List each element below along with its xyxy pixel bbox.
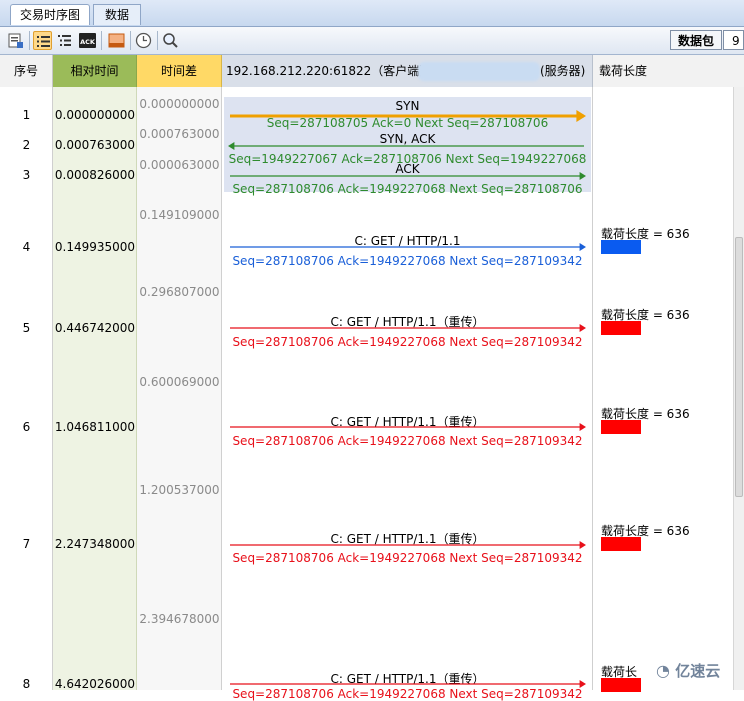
client-address: 192.168.212.220:61822（客户端） <box>226 64 432 78</box>
server-label: (服务器) <box>540 64 586 78</box>
toolbar-separator <box>29 31 30 50</box>
packet-seq-detail: Seq=287108706 Ack=1949227068 Next Seq=28… <box>232 335 583 349</box>
packet-arrow[interactable] <box>228 422 586 432</box>
search-icon[interactable] <box>161 31 180 50</box>
row-relative-time: 2.247348000 <box>54 537 136 551</box>
watermark-text: 亿速云 <box>675 662 721 680</box>
row-relative-time: 1.046811000 <box>54 420 136 434</box>
row-seq-number: 8 <box>22 677 31 691</box>
toolbar: ACK 数据包 9 <box>0 27 744 55</box>
svg-text:ACK: ACK <box>80 38 96 46</box>
header-delta-time[interactable]: 时间差 <box>137 55 222 87</box>
payload-length-bar <box>601 321 641 335</box>
payload-length-bar <box>601 420 641 434</box>
list-tree-icon[interactable] <box>55 31 74 50</box>
row-delta-time: 0.000000000 <box>139 97 220 111</box>
row-seq-number: 2 <box>22 138 31 152</box>
packet-seq-detail: Seq=287108706 Ack=1949227068 Next Seq=28… <box>232 254 583 268</box>
row-delta-time: 0.000763000 <box>139 127 220 141</box>
row-seq-number: 1 <box>22 108 31 122</box>
packet-arrow[interactable] <box>228 141 586 151</box>
header-seq[interactable]: 序号 <box>0 55 53 87</box>
scrollbar-thumb[interactable] <box>735 237 743 497</box>
packet-arrow[interactable] <box>228 110 586 122</box>
watermark-mark-icon: ◔ <box>656 661 670 680</box>
header-flow[interactable]: 192.168.212.220:61822（客户端） (服务器) <box>222 55 593 87</box>
row-relative-time: 0.000000000 <box>54 108 136 122</box>
payload-length-bar <box>601 537 641 551</box>
tab-data-flow[interactable]: 数据流 <box>93 4 141 42</box>
payload-column <box>593 87 733 690</box>
row-seq-number: 4 <box>22 240 31 254</box>
row-seq-number: 5 <box>22 321 31 335</box>
packet-arrow[interactable] <box>228 171 586 181</box>
toolbar-separator <box>130 31 131 50</box>
packet-count-input[interactable]: 9 <box>723 30 744 50</box>
row-delta-time: 0.296807000 <box>139 285 220 299</box>
packet-arrow[interactable] <box>228 323 586 333</box>
packet-arrow[interactable] <box>228 679 586 689</box>
packet-seq-detail: Seq=287108706 Ack=1949227068 Next Seq=28… <box>232 687 583 701</box>
export-icon[interactable] <box>6 31 25 50</box>
row-relative-time: 0.000826000 <box>54 168 136 182</box>
row-delta-time: 2.394678000 <box>139 612 220 626</box>
row-seq-number: 7 <box>22 537 31 551</box>
row-delta-time: 0.149109000 <box>139 208 220 222</box>
toolbar-separator <box>157 31 158 50</box>
row-delta-time: 0.000063000 <box>139 158 220 172</box>
highlight-icon[interactable] <box>107 31 126 50</box>
watermark-logo: ◔ 亿速云 <box>656 660 744 690</box>
vertical-scrollbar[interactable] <box>733 87 744 690</box>
payload-length-bar <box>601 240 641 254</box>
tab-bar: 交易时序图 数据流 <box>0 0 744 42</box>
tab-sequence-diagram[interactable]: 交易时序图 <box>10 4 90 25</box>
packet-seq-detail: Seq=287108706 Ack=1949227068 Next Seq=28… <box>232 551 583 565</box>
packet-seq-detail: Seq=287108706 Ack=1949227068 Next Seq=28… <box>232 182 583 196</box>
packet-arrow[interactable] <box>228 242 586 252</box>
row-delta-time: 0.600069000 <box>139 375 220 389</box>
row-relative-time: 0.000763000 <box>54 138 136 152</box>
row-seq-number: 6 <box>22 420 31 434</box>
row-relative-time: 4.642026000 <box>54 677 136 691</box>
packet-seq-detail: Seq=287108706 Ack=1949227068 Next Seq=28… <box>232 434 583 448</box>
row-relative-time: 0.446742000 <box>54 321 136 335</box>
header-relative-time[interactable]: 相对时间 <box>53 55 137 87</box>
toolbar-separator <box>101 31 102 50</box>
row-relative-time: 0.149935000 <box>54 240 136 254</box>
list-icon[interactable] <box>33 31 52 50</box>
packet-label: 数据包 <box>670 30 722 50</box>
ack-icon[interactable]: ACK <box>78 31 97 50</box>
packet-arrow[interactable] <box>228 540 586 550</box>
clock-icon[interactable] <box>134 31 153 50</box>
row-delta-time: 1.200537000 <box>139 483 220 497</box>
header-payload-length[interactable]: 载荷长度 <box>593 55 744 87</box>
redacted-server-address <box>418 62 540 81</box>
row-seq-number: 3 <box>22 168 31 182</box>
